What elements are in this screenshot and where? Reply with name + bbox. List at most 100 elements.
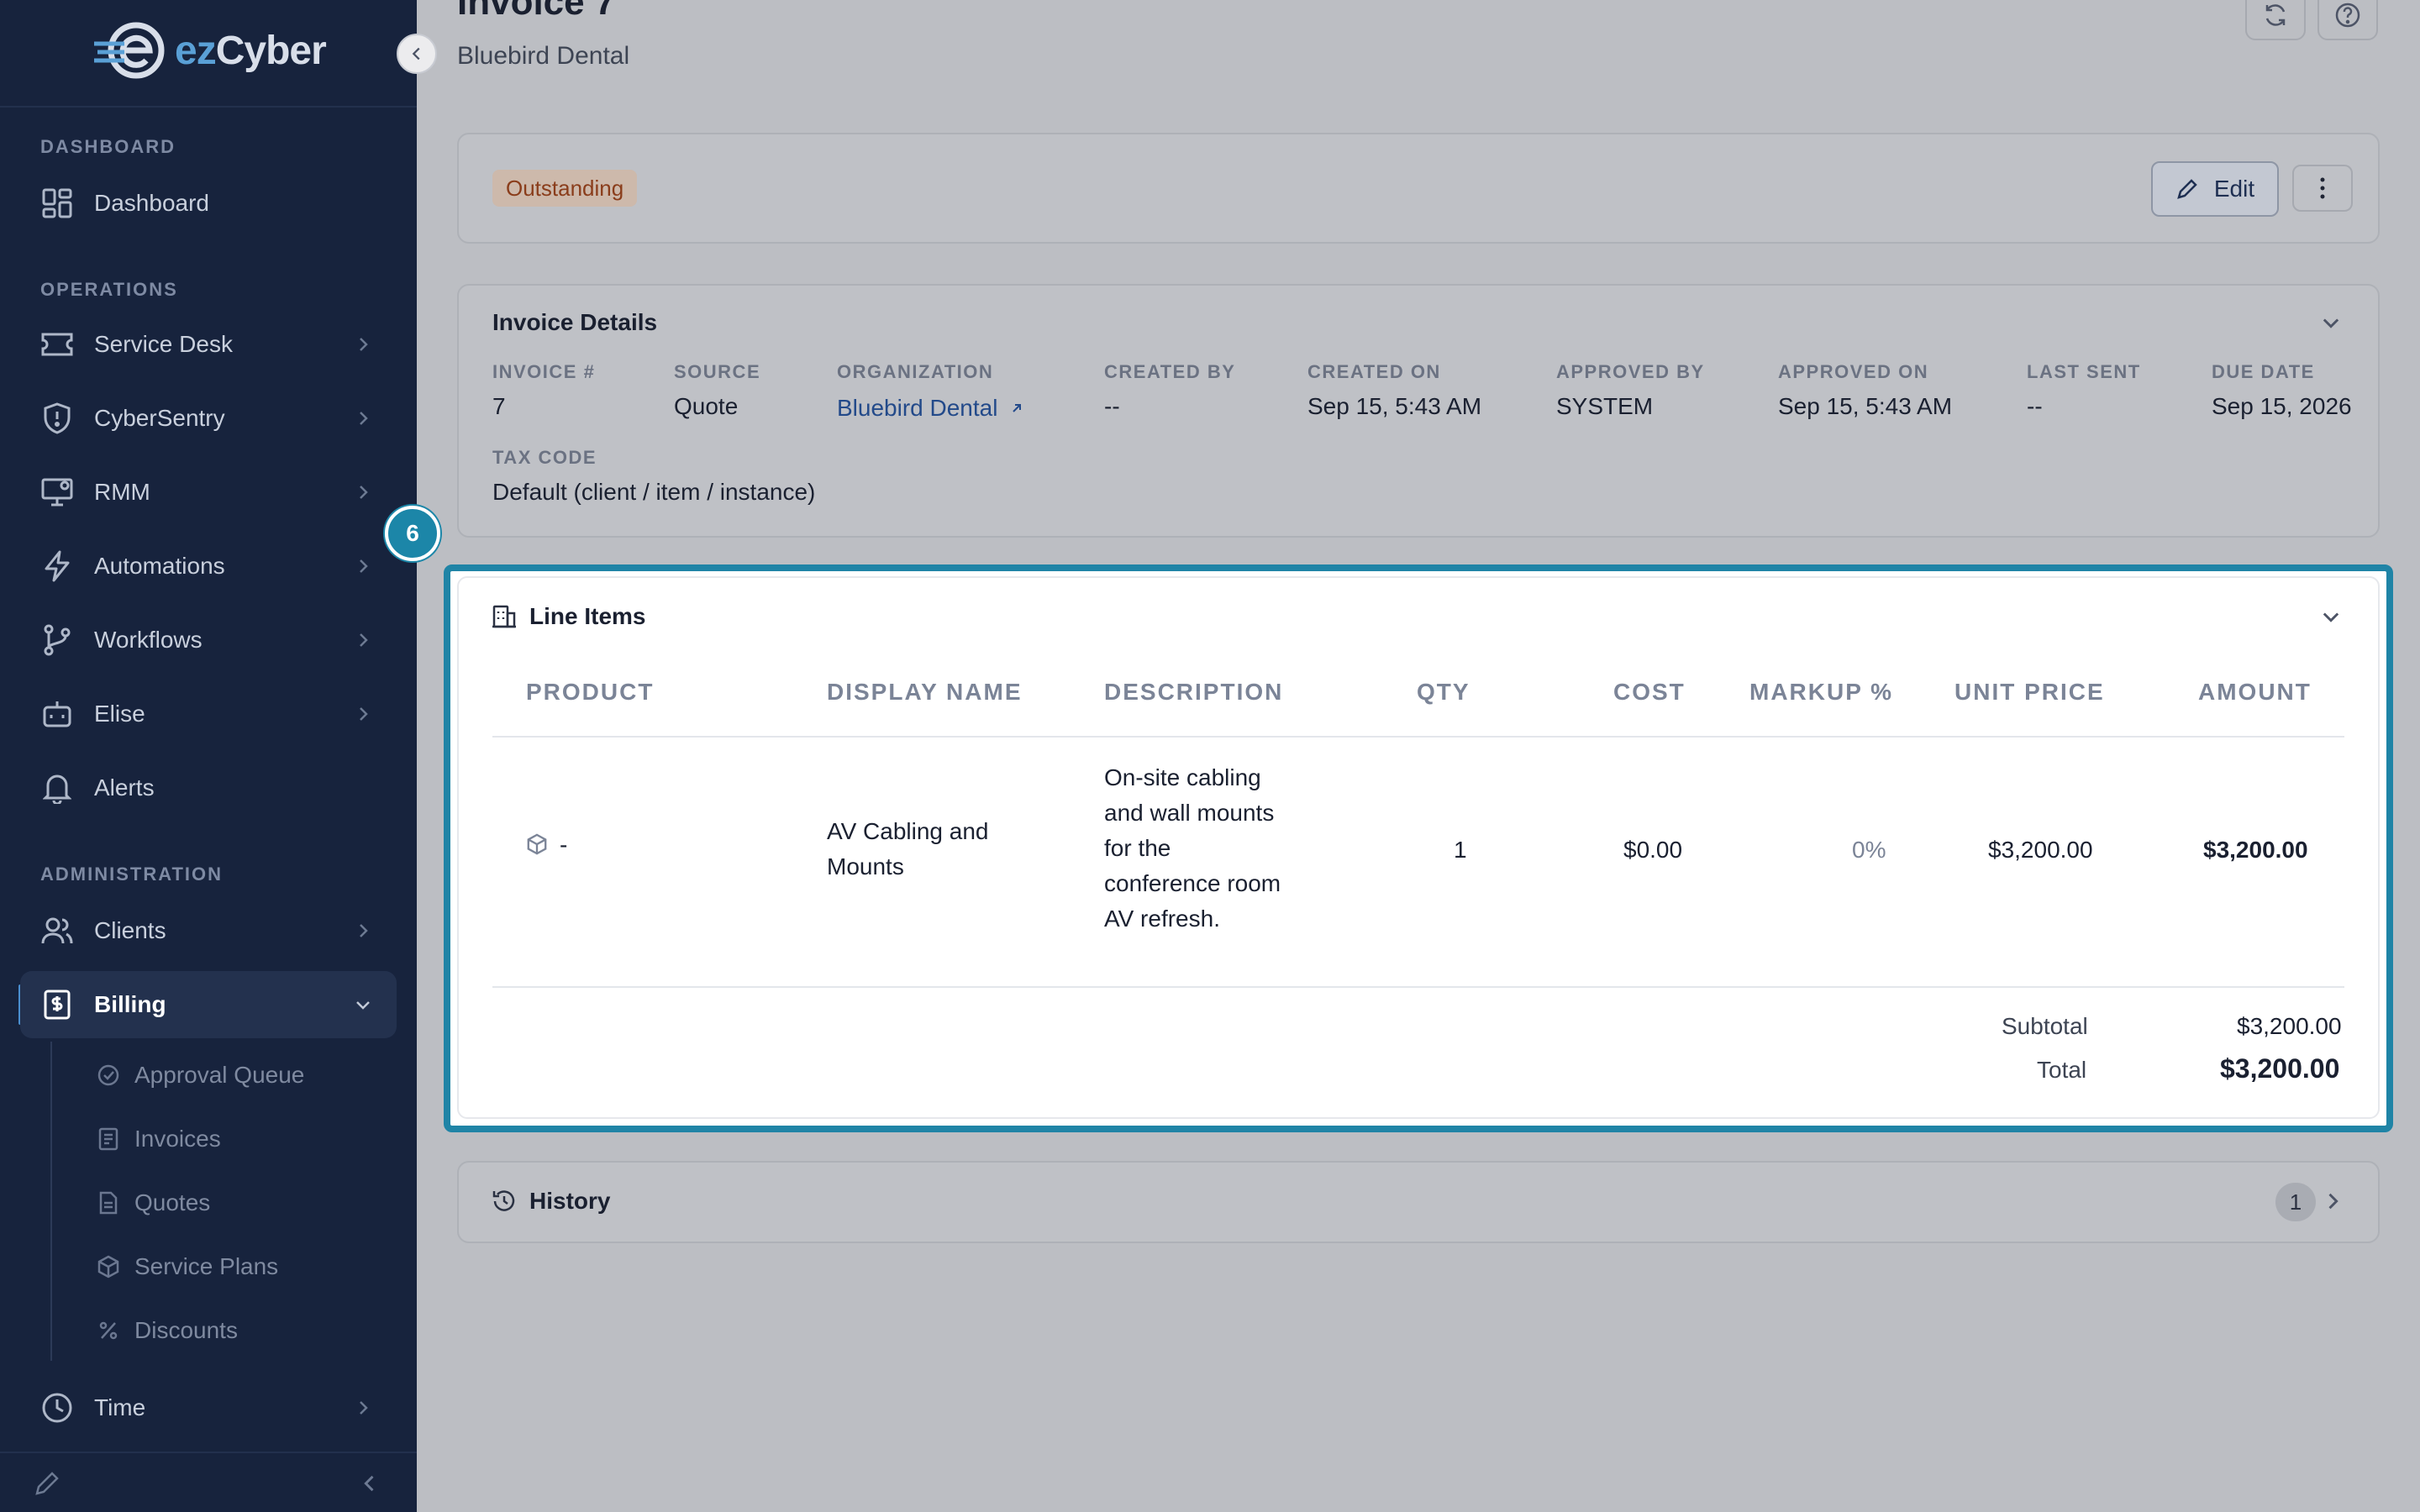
cell-amount: $3,200.00 (2203, 837, 2308, 863)
refresh-icon (2265, 4, 2286, 26)
field-label-invoice-number: INVOICE # (492, 361, 596, 382)
sidebar-subitem-service-plans[interactable]: Service Plans (96, 1242, 278, 1292)
bell-icon (40, 771, 74, 805)
sidebar-item-time[interactable]: Time (20, 1374, 397, 1441)
field-label-approved-by: APPROVED BY (1556, 361, 1705, 382)
cell-description-line-3: for the (1104, 835, 1171, 861)
field-label-created-on: CREATED ON (1307, 361, 1441, 382)
sidebar-subitem-label: Service Plans (134, 1253, 279, 1279)
chevron-down-icon[interactable] (2319, 605, 2343, 628)
lightning-icon (40, 549, 74, 583)
invoice-details-title: Invoice Details (492, 309, 658, 335)
column-header-display-name[interactable]: DISPLAY NAME (827, 679, 1023, 706)
total-value: $3,200.00 (2220, 1053, 2340, 1084)
sidebar-item-label: CyberSentry (94, 405, 225, 431)
chevron-right-icon (360, 924, 368, 937)
cell-description-line-2: and wall mounts (1104, 800, 1275, 826)
logo-text: ezCyber (175, 28, 327, 74)
sidebar-subitem-approval-queue[interactable]: Approval Queue (96, 1050, 304, 1100)
cell-unit-price: $3,200.00 (1988, 837, 2093, 863)
sidebar-subitem-discounts[interactable]: Discounts (96, 1305, 238, 1356)
column-header-amount[interactable]: AMOUNT (2198, 679, 2312, 706)
sidebar-item-service-desk[interactable]: Service Desk (20, 311, 397, 378)
sidebar-item-automations[interactable]: Automations (20, 533, 397, 600)
chevron-right-icon (360, 633, 368, 647)
sidebar-item-label: Time (94, 1394, 146, 1420)
sidebar: ezCyber DASHBOARD Dashboard OPERATIONS S… (0, 0, 417, 1512)
sidebar-subitem-label: Invoices (134, 1126, 221, 1152)
collapse-sidebar-icon[interactable] (358, 1472, 381, 1495)
cell-qty: 1 (1454, 837, 1467, 863)
sidebar-item-dashboard[interactable]: Dashboard (20, 170, 397, 237)
field-value-due-date: Sep 15, 2026 (2212, 393, 2352, 419)
sidebar-item-label: Dashboard (94, 190, 209, 216)
package-icon (96, 1254, 121, 1279)
status-badge: Outstanding (492, 170, 638, 207)
column-header-description[interactable]: DESCRIPTION (1104, 679, 1283, 706)
column-header-unit-price[interactable]: UNIT PRICE (1954, 679, 2105, 706)
document-icon (96, 1190, 121, 1215)
section-label-operations: OPERATIONS (40, 279, 178, 300)
sidebar-item-clients[interactable]: Clients (20, 897, 397, 964)
field-value-invoice-number: 7 (492, 393, 506, 419)
column-header-product[interactable]: PRODUCT (526, 679, 654, 706)
column-header-cost[interactable]: COST (1613, 679, 1686, 706)
history-card[interactable] (457, 1161, 2380, 1243)
field-label-tax-code: TAX CODE (492, 447, 597, 468)
step-number-badge: 6 (385, 506, 440, 561)
help-button[interactable] (2317, 0, 2378, 40)
pencil-icon (2175, 177, 2199, 201)
sidebar-subitem-invoices[interactable]: Invoices (96, 1114, 221, 1164)
column-header-qty[interactable]: QTY (1417, 679, 1470, 706)
field-value-last-sent: -- (2027, 393, 2043, 419)
sidebar-item-label: Workflows (94, 627, 203, 653)
chevron-down-icon (356, 1001, 370, 1010)
field-label-approved-on: APPROVED ON (1778, 361, 1929, 382)
sidebar-item-alerts[interactable]: Alerts (20, 754, 397, 822)
subtotal-value: $3,200.00 (2237, 1013, 2342, 1039)
field-label-source: SOURCE (674, 361, 761, 382)
column-header-markup[interactable]: MARKUP % (1749, 679, 1893, 706)
sidebar-item-billing[interactable]: Billing (20, 971, 397, 1038)
chevron-right-icon[interactable] (2321, 1189, 2344, 1213)
field-value-tax-code: Default (client / item / instance) (492, 479, 816, 505)
cell-cost: $0.00 (1623, 837, 1683, 863)
more-options-button[interactable] (2292, 165, 2353, 212)
page-subtitle: Bluebird Dental (457, 42, 630, 70)
sidebar-subitem-label: Approval Queue (134, 1062, 305, 1088)
sidebar-item-label: Elise (94, 701, 145, 727)
field-value-created-on: Sep 15, 5:43 AM (1307, 393, 1482, 419)
field-value-source: Quote (674, 393, 739, 419)
sidebar-toggle-button[interactable] (397, 34, 437, 74)
chevron-down-icon[interactable] (2319, 311, 2343, 334)
submenu-guide-line (50, 1042, 52, 1361)
field-value-approved-by: SYSTEM (1556, 393, 1654, 419)
sidebar-subitem-label: Discounts (134, 1317, 238, 1343)
ezcyber-logo-mark-icon (94, 22, 165, 79)
cell-product: - (560, 832, 568, 858)
cell-markup: 0% (1852, 837, 1886, 863)
sidebar-item-label: Clients (94, 917, 166, 943)
sidebar-item-label: Billing (94, 991, 166, 1017)
external-link-icon (1013, 404, 1022, 412)
cell-description-line-5: AV refresh. (1104, 906, 1220, 932)
cell-description-line-4: conference room (1104, 870, 1281, 896)
ezcyber-logo[interactable]: ezCyber (91, 20, 327, 81)
building-icon (492, 605, 516, 628)
history-count-badge: 1 (2275, 1183, 2316, 1221)
sidebar-subitem-quotes[interactable]: Quotes (96, 1178, 210, 1228)
edit-button[interactable]: Edit (2151, 161, 2279, 217)
grid-icon (40, 186, 74, 220)
pencil-icon[interactable] (34, 1470, 60, 1497)
organization-link[interactable]: Bluebird Dental (837, 395, 1024, 422)
ticket-icon (40, 328, 74, 361)
cell-display-name-line-1: AV Cabling and (827, 818, 989, 844)
sidebar-item-elise[interactable]: Elise (20, 680, 397, 748)
users-icon (40, 914, 74, 948)
sidebar-item-cybersentry[interactable]: CyberSentry (20, 385, 397, 452)
monitor-gear-icon (40, 475, 74, 509)
refresh-button[interactable] (2245, 0, 2306, 40)
subtotal-label: Subtotal (2002, 1013, 2088, 1039)
sidebar-item-rmm[interactable]: RMM (20, 459, 397, 526)
sidebar-item-workflows[interactable]: Workflows (20, 606, 397, 674)
